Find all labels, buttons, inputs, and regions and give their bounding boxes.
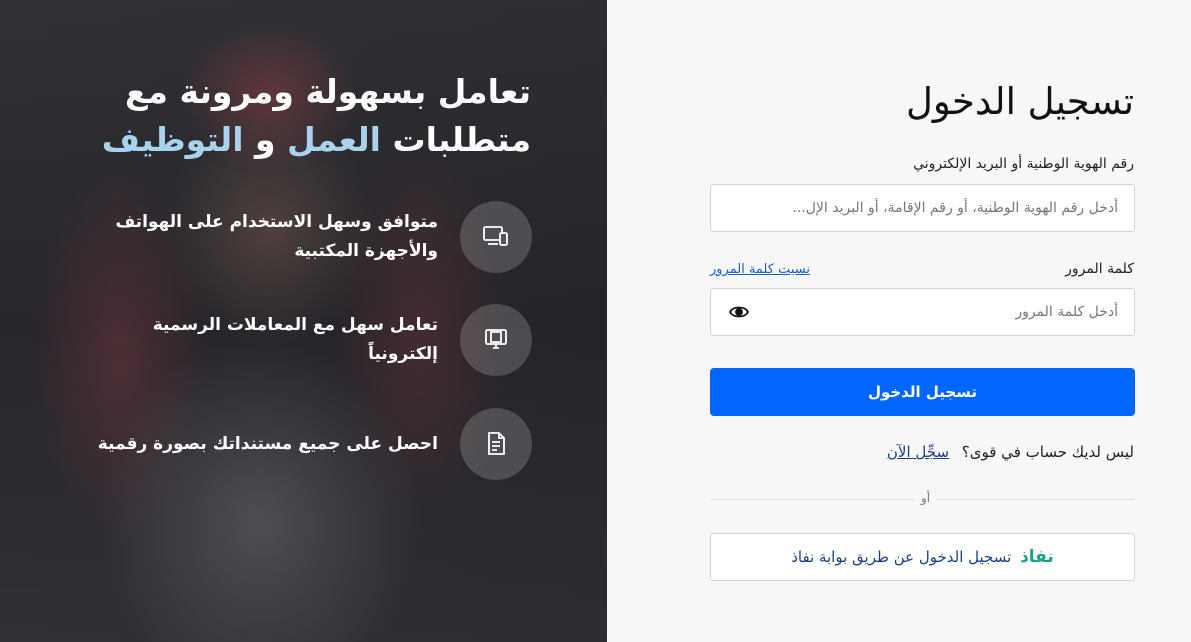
feature-item-devices: متوافق وسهل الاستخدام على الهواتف والأجه…	[32, 201, 532, 273]
monitor-transactions-icon	[460, 304, 532, 376]
login-button[interactable]: تسجيل الدخول	[710, 368, 1135, 416]
register-row: ليس لديك حساب في قوى؟ سجِّل الآن	[886, 443, 1134, 461]
digital-document-icon	[460, 408, 532, 480]
login-panel: تسجيل الدخول رقم الهوية الوطنية أو البري…	[607, 0, 1191, 642]
id-field-label: رقم الهوية الوطنية أو البريد الإلكتروني	[913, 156, 1134, 172]
hero-title-line1: تعامل بسهولة ومرونة مع	[125, 72, 531, 111]
hero-title-line2: متطلبات العمل و التوظيف	[101, 120, 531, 159]
id-input[interactable]: أدخل رقم الهوية الوطنية، أو رقم الإقامة،…	[710, 184, 1135, 232]
eye-icon[interactable]	[729, 304, 749, 320]
or-separator: أو	[915, 491, 937, 505]
nafath-login-button[interactable]: نفاذ تسجيل الدخول عن طريق بوابة نفاذ	[710, 533, 1135, 581]
nafath-logo: نفاذ	[1020, 547, 1054, 567]
password-input[interactable]: أدخل كلمة المرور	[710, 288, 1135, 336]
page-title: تسجيل الدخول	[906, 80, 1134, 123]
feature-item-documents: احصل على جميع مستنداتك بصورة رقمية	[32, 408, 532, 480]
devices-icon	[460, 201, 532, 273]
password-field-label: كلمة المرور	[1065, 261, 1134, 277]
feature-item-transactions: تعامل سهل مع المعاملات الرسمية إلكترونيا…	[32, 304, 532, 376]
forgot-password-link[interactable]: نسيت كلمة المرور	[710, 262, 810, 277]
register-link[interactable]: سجِّل الآن	[887, 443, 949, 461]
hero-panel: تعامل بسهولة ومرونة مع متطلبات العمل و ا…	[0, 0, 607, 642]
hero-title: تعامل بسهولة ومرونة مع متطلبات العمل و ا…	[61, 68, 531, 164]
